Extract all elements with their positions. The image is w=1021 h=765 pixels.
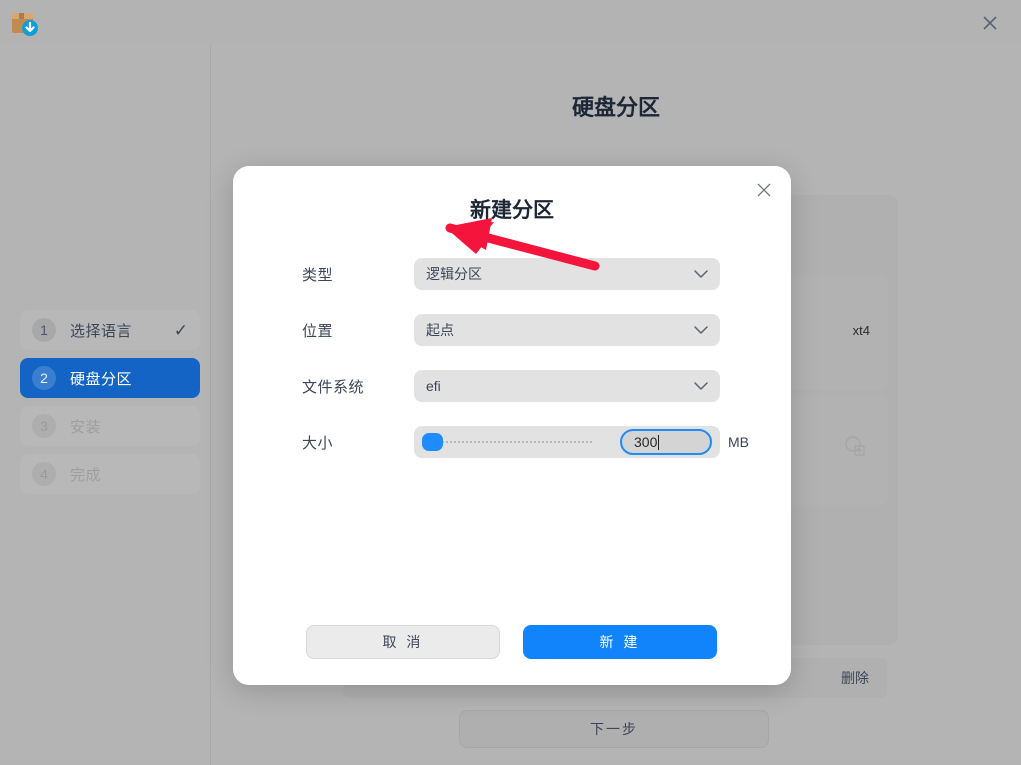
check-icon: ✓ xyxy=(173,320,188,340)
size-input[interactable]: 300 xyxy=(620,429,712,455)
sidebar-item-label: 选择语言 xyxy=(70,322,133,340)
page-title: 硬盘分区 xyxy=(571,95,660,120)
form-row-size: 大小 300 MB xyxy=(233,414,791,470)
form-row-type: 类型 逻辑分区 xyxy=(233,246,791,302)
step-number: 3 xyxy=(32,414,56,438)
package-download-icon xyxy=(10,8,40,38)
sidebar-item-label: 安装 xyxy=(70,418,102,436)
position-select[interactable]: 起点 xyxy=(414,314,720,346)
step-number: 1 xyxy=(32,318,56,342)
size-input-value: 300 xyxy=(634,434,658,450)
window-close-button[interactable] xyxy=(979,12,1001,34)
size-slider[interactable] xyxy=(422,433,592,451)
position-value: 起点 xyxy=(426,322,454,338)
size-control: 300 xyxy=(414,426,720,458)
create-button[interactable]: 新 建 xyxy=(523,625,717,659)
new-partition-dialog: 新建分区 类型 逻辑分区 位置 起点 文件系统 efi 大小 300 MB 取 … xyxy=(233,166,791,685)
window-titlebar xyxy=(0,0,1021,45)
sidebar-item-partition[interactable]: 2 硬盘分区 xyxy=(20,358,200,398)
filesystem-label: 文件系统 xyxy=(302,378,365,396)
sidebar-item-label: 完成 xyxy=(70,466,102,484)
dialog-actions: 取 消 新 建 xyxy=(233,625,791,659)
filesystem-select[interactable]: efi xyxy=(414,370,720,402)
sidebar-item-install[interactable]: 3 安装 xyxy=(20,406,200,446)
sidebar-item-finish[interactable]: 4 完成 xyxy=(20,454,200,494)
form-row-position: 位置 起点 xyxy=(233,302,791,358)
sidebar-item-language[interactable]: 1 选择语言 ✓ xyxy=(20,310,200,350)
partition-form: 类型 逻辑分区 位置 起点 文件系统 efi 大小 300 MB xyxy=(233,246,791,470)
form-row-filesystem: 文件系统 efi xyxy=(233,358,791,414)
chevron-down-icon xyxy=(694,322,708,338)
add-partition-icon[interactable] xyxy=(844,435,866,457)
partition-filesystem-label: xt4 xyxy=(852,323,870,338)
slider-track xyxy=(438,441,592,443)
slider-handle[interactable] xyxy=(422,433,443,451)
filesystem-value: efi xyxy=(426,378,441,394)
next-step-button[interactable]: 下一步 xyxy=(459,710,769,748)
type-value: 逻辑分区 xyxy=(426,266,482,282)
step-number: 4 xyxy=(32,462,56,486)
cancel-button[interactable]: 取 消 xyxy=(306,625,500,659)
size-label: 大小 xyxy=(302,434,334,452)
size-unit-label: MB xyxy=(728,434,749,450)
sidebar: 1 选择语言 ✓ 2 硬盘分区 3 安装 4 完成 xyxy=(0,45,211,765)
chevron-down-icon xyxy=(694,266,708,282)
chevron-down-icon xyxy=(694,378,708,394)
sidebar-item-label: 硬盘分区 xyxy=(70,370,133,388)
position-label: 位置 xyxy=(302,322,334,340)
delete-button[interactable]: 删除 xyxy=(841,668,869,688)
type-label: 类型 xyxy=(302,266,334,284)
step-number: 2 xyxy=(32,366,56,390)
dialog-title: 新建分区 xyxy=(470,199,554,222)
text-caret xyxy=(658,434,660,450)
type-select[interactable]: 逻辑分区 xyxy=(414,258,720,290)
app-body: 1 选择语言 ✓ 2 硬盘分区 3 安装 4 完成 硬盘分区 xt4 删除 下一… xyxy=(0,45,1021,765)
